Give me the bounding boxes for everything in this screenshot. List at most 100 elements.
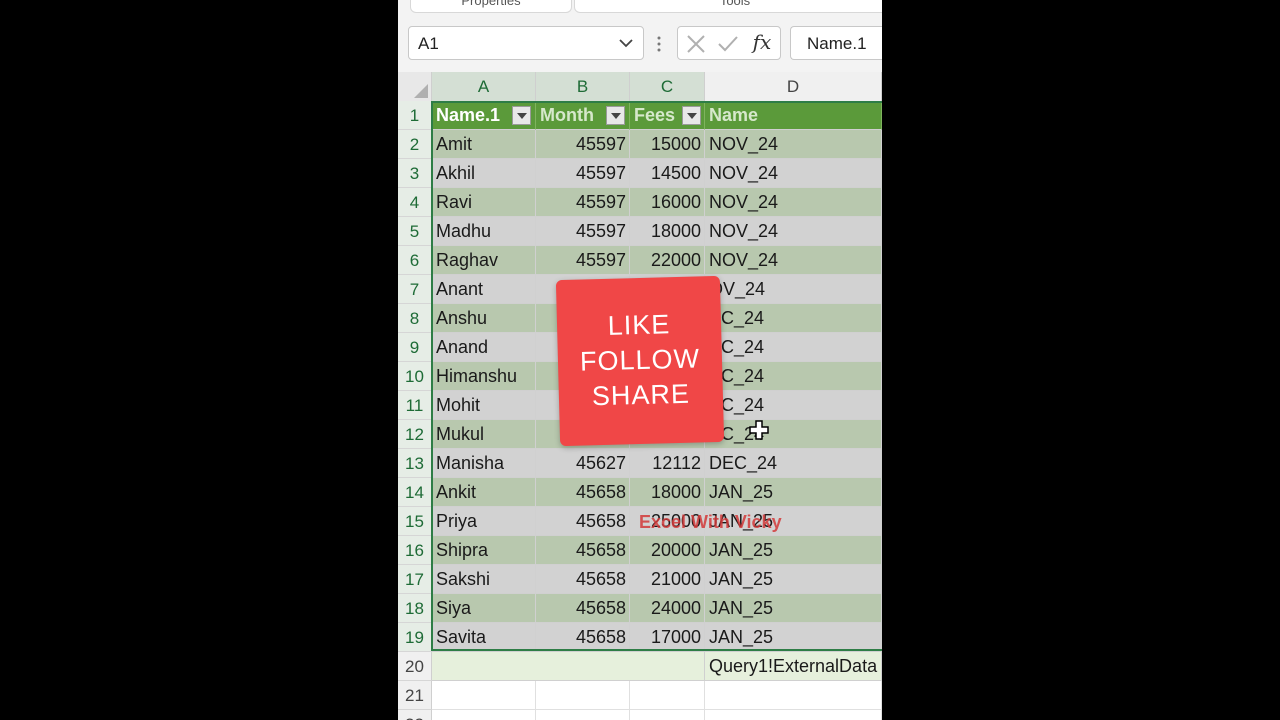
- name-cell[interactable]: Amit: [432, 130, 536, 159]
- name-cell[interactable]: Raghav: [432, 246, 536, 275]
- column-header-d[interactable]: D: [705, 72, 882, 101]
- name-cell[interactable]: Akhil: [432, 159, 536, 188]
- fees-cell[interactable]: 15000: [630, 130, 705, 159]
- row-header[interactable]: 16: [398, 536, 432, 565]
- name-cell[interactable]: Siya: [432, 594, 536, 623]
- month-cell[interactable]: 45658: [536, 594, 630, 623]
- fees-cell[interactable]: 14500: [630, 159, 705, 188]
- row-header[interactable]: 4: [398, 188, 432, 217]
- row-header[interactable]: 12: [398, 420, 432, 449]
- month-cell[interactable]: 45597: [536, 217, 630, 246]
- filter-dropdown-icon[interactable]: [512, 106, 531, 125]
- name-box[interactable]: A1: [408, 26, 644, 60]
- row-header[interactable]: 18: [398, 594, 432, 623]
- month-cell[interactable]: 45658: [536, 507, 630, 536]
- chevron-down-icon[interactable]: [618, 35, 634, 51]
- label-cell[interactable]: JAN_25: [705, 565, 882, 594]
- row-header[interactable]: 11: [398, 391, 432, 420]
- row-header[interactable]: 13: [398, 449, 432, 478]
- row-header[interactable]: 15: [398, 507, 432, 536]
- name-cell[interactable]: Shipra: [432, 536, 536, 565]
- label-cell[interactable]: NOV_24: [705, 188, 882, 217]
- name-cell[interactable]: Ankit: [432, 478, 536, 507]
- row-header[interactable]: 21: [398, 681, 432, 710]
- name-cell[interactable]: Anand: [432, 333, 536, 362]
- label-cell[interactable]: EC_24: [705, 420, 882, 449]
- column-header-c[interactable]: C: [630, 72, 705, 101]
- label-cell[interactable]: EC_24: [705, 304, 882, 333]
- fees-cell[interactable]: 21000: [630, 565, 705, 594]
- column-header-a[interactable]: A: [432, 72, 536, 101]
- ribbon-group-tools[interactable]: Tools: [574, 0, 882, 13]
- label-cell[interactable]: NOV_24: [705, 159, 882, 188]
- check-icon[interactable]: [716, 32, 740, 56]
- column-header-b[interactable]: B: [536, 72, 630, 101]
- fees-cell[interactable]: 17000: [630, 623, 705, 652]
- empty-cell[interactable]: [705, 710, 882, 720]
- month-cell[interactable]: 45658: [536, 565, 630, 594]
- name-cell[interactable]: Manisha: [432, 449, 536, 478]
- fees-cell[interactable]: 22000: [630, 246, 705, 275]
- name-cell[interactable]: Ravi: [432, 188, 536, 217]
- close-icon[interactable]: [684, 32, 708, 56]
- name-cell[interactable]: Madhu: [432, 217, 536, 246]
- empty-cell[interactable]: [432, 681, 536, 710]
- name-cell[interactable]: Mukul: [432, 420, 536, 449]
- label-cell[interactable]: EC_24: [705, 362, 882, 391]
- empty-cell[interactable]: [536, 681, 630, 710]
- fees-cell[interactable]: 20000: [630, 536, 705, 565]
- row-header[interactable]: 8: [398, 304, 432, 333]
- month-cell[interactable]: 45597: [536, 188, 630, 217]
- fees-cell[interactable]: 18000: [630, 478, 705, 507]
- name-cell[interactable]: Anant: [432, 275, 536, 304]
- select-all-button[interactable]: [398, 72, 432, 101]
- row-header[interactable]: 2: [398, 130, 432, 159]
- empty-cell[interactable]: [432, 710, 536, 720]
- filter-dropdown-icon[interactable]: [682, 106, 701, 125]
- label-cell[interactable]: JAN_25: [705, 536, 882, 565]
- name-cell[interactable]: Mohit: [432, 391, 536, 420]
- month-cell[interactable]: 45597: [536, 130, 630, 159]
- row-header[interactable]: 22: [398, 710, 432, 720]
- row-header[interactable]: 6: [398, 246, 432, 275]
- row-header[interactable]: 19: [398, 623, 432, 652]
- empty-cell[interactable]: [705, 681, 882, 710]
- row-header[interactable]: 7: [398, 275, 432, 304]
- name-cell[interactable]: Anshu: [432, 304, 536, 333]
- month-cell[interactable]: 45597: [536, 246, 630, 275]
- label-cell[interactable]: JAN_25: [705, 594, 882, 623]
- label-cell[interactable]: JAN_25: [705, 478, 882, 507]
- name-cell[interactable]: Priya: [432, 507, 536, 536]
- table-header-cell[interactable]: Name: [705, 101, 882, 130]
- row-header[interactable]: 20: [398, 652, 432, 681]
- row-header[interactable]: 3: [398, 159, 432, 188]
- row-header[interactable]: 5: [398, 217, 432, 246]
- filter-dropdown-icon[interactable]: [606, 106, 625, 125]
- footer-text-cell[interactable]: Query1!ExternalData: [705, 652, 882, 681]
- month-cell[interactable]: 45627: [536, 449, 630, 478]
- more-options-icon[interactable]: [656, 34, 662, 54]
- insert-function-icon[interactable]: fx: [750, 30, 774, 54]
- label-cell[interactable]: DEC_24: [705, 449, 882, 478]
- fees-cell[interactable]: 24000: [630, 594, 705, 623]
- row-header[interactable]: 9: [398, 333, 432, 362]
- month-cell[interactable]: 45658: [536, 623, 630, 652]
- label-cell[interactable]: NOV_24: [705, 246, 882, 275]
- label-cell[interactable]: EC_24: [705, 391, 882, 420]
- fees-cell[interactable]: 16000: [630, 188, 705, 217]
- fees-cell[interactable]: 12112: [630, 449, 705, 478]
- formula-input[interactable]: Name.1: [790, 26, 882, 60]
- month-cell[interactable]: 45658: [536, 536, 630, 565]
- row-header[interactable]: 10: [398, 362, 432, 391]
- fees-cell[interactable]: 18000: [630, 217, 705, 246]
- name-cell[interactable]: Sakshi: [432, 565, 536, 594]
- empty-cell[interactable]: [536, 710, 630, 720]
- name-cell[interactable]: Savita: [432, 623, 536, 652]
- ribbon-group-properties[interactable]: Properties: [410, 0, 572, 13]
- month-cell[interactable]: 45597: [536, 159, 630, 188]
- name-cell[interactable]: Himanshu: [432, 362, 536, 391]
- row-header[interactable]: 14: [398, 478, 432, 507]
- footer-cell[interactable]: [432, 652, 705, 681]
- label-cell[interactable]: OV_24: [705, 275, 882, 304]
- label-cell[interactable]: EC_24: [705, 333, 882, 362]
